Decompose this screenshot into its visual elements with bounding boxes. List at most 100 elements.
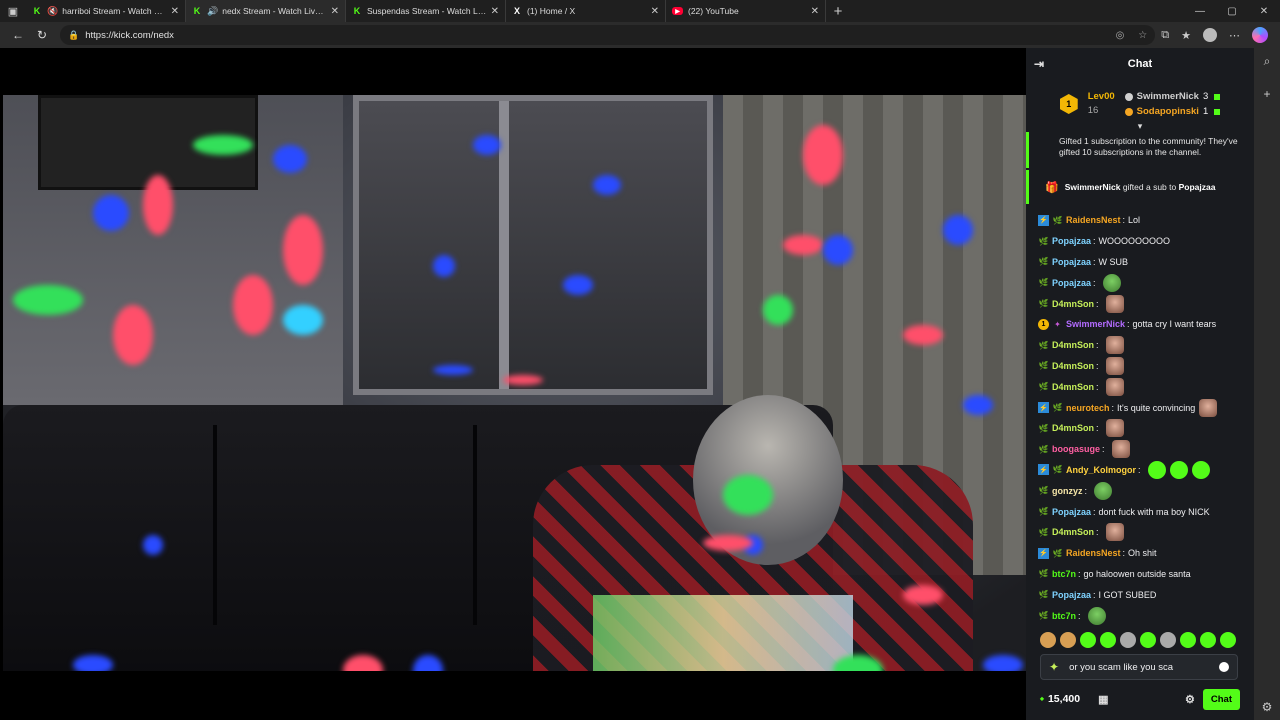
face-emote-icon[interactable]: [1105, 294, 1124, 313]
plant-badge-icon[interactable]: 🌿: [1052, 402, 1063, 413]
face-emote-icon[interactable]: [1111, 440, 1130, 459]
chat-username[interactable]: D4mnSon: [1052, 340, 1094, 350]
face-emote-icon[interactable]: [1105, 356, 1124, 375]
sub1-badge-icon[interactable]: 1: [1038, 318, 1049, 330]
favorites-icon[interactable]: ★: [1181, 29, 1191, 42]
collapse-chat-icon[interactable]: ⇥: [1034, 57, 1044, 71]
extensions-icon[interactable]: ⧉: [1161, 29, 1169, 42]
chat-username[interactable]: neurotech: [1066, 403, 1110, 413]
close-tab-icon[interactable]: ✕: [491, 6, 499, 17]
reader-mode-icon[interactable]: ◎: [1116, 30, 1125, 41]
plant-badge-icon[interactable]: 🌿: [1038, 340, 1049, 351]
plant-badge-icon[interactable]: 🌿: [1038, 277, 1049, 288]
chat-username[interactable]: btc7n: [1052, 611, 1076, 621]
vip-badge-icon[interactable]: ⚡: [1038, 547, 1049, 559]
face-emote-icon[interactable]: [1199, 398, 1218, 417]
kick-emote-icon[interactable]: [1169, 460, 1188, 479]
plant-badge-icon[interactable]: 🌿: [1038, 423, 1049, 434]
plant-badge-icon[interactable]: 🌿: [1038, 360, 1049, 371]
close-tab-icon[interactable]: ✕: [331, 6, 339, 17]
vip-badge-icon[interactable]: ⚡: [1038, 214, 1049, 226]
browser-tab[interactable]: K 🔊 nedx Stream - Watch Live on ✕: [186, 0, 346, 22]
channel-points-icon[interactable]: ⬩: [1040, 693, 1044, 706]
emote-icon[interactable]: [1160, 632, 1176, 648]
leaderboard-name[interactable]: Sodapopinski: [1137, 104, 1199, 119]
stream-frame[interactable]: ➤: [3, 95, 1026, 671]
chat-username[interactable]: D4mnSon: [1052, 527, 1094, 537]
minimize-button[interactable]: —: [1184, 6, 1216, 17]
plant-badge-icon[interactable]: 🌿: [1038, 236, 1049, 247]
chat-username[interactable]: RaidensNest: [1066, 548, 1121, 558]
new-tab-button[interactable]: +: [826, 3, 850, 20]
chat-username[interactable]: Andy_Kolmogor: [1066, 465, 1136, 475]
emote-icon[interactable]: [1220, 632, 1236, 648]
window-menu-icon[interactable]: ▣: [0, 0, 26, 22]
chat-username[interactable]: btc7n: [1052, 569, 1076, 579]
browser-tab[interactable]: ▶ (22) YouTube ✕: [666, 0, 826, 22]
pepe-emote-icon[interactable]: [1094, 481, 1113, 500]
plant-badge-icon[interactable]: 🌿: [1052, 548, 1063, 559]
emote-icon[interactable]: [1040, 632, 1056, 648]
recipient-name[interactable]: Popajzaa: [1179, 182, 1216, 192]
kick-emote-icon[interactable]: [1191, 460, 1210, 479]
plant-badge-icon[interactable]: 🌿: [1052, 464, 1063, 475]
leaderboard-name[interactable]: SwimmerNick: [1137, 89, 1199, 104]
leaderboard-row[interactable]: Sodapopinski 1: [1124, 104, 1221, 119]
plant-badge-icon[interactable]: 🌿: [1038, 381, 1049, 392]
close-tab-icon[interactable]: ✕: [811, 6, 819, 17]
refresh-button[interactable]: ↻: [30, 28, 54, 42]
vip-badge-icon[interactable]: ⚡: [1038, 464, 1049, 476]
plant-badge-icon[interactable]: 🌿: [1038, 589, 1049, 600]
plant-badge-icon[interactable]: 🌿: [1038, 444, 1049, 455]
chat-username[interactable]: D4mnSon: [1052, 423, 1094, 433]
add-icon[interactable]: +: [1263, 87, 1270, 101]
emoji-picker-icon[interactable]: [1219, 662, 1229, 672]
chat-username[interactable]: Popajzaa: [1052, 278, 1091, 288]
plant-badge-icon[interactable]: 🌿: [1038, 485, 1049, 496]
pinned-expand-icon[interactable]: ▾: [1026, 122, 1254, 131]
video-player[interactable]: ➤: [0, 48, 1026, 720]
settings-gear-icon[interactable]: ⚙: [1262, 700, 1273, 714]
chat-username[interactable]: D4mnSon: [1052, 361, 1094, 371]
leaderboard-top-name[interactable]: Lev00: [1088, 90, 1115, 104]
chat-username[interactable]: gonzyz: [1052, 486, 1083, 496]
speaker-icon[interactable]: 🔊: [207, 6, 218, 17]
plant-badge-icon[interactable]: 🌿: [1038, 506, 1049, 517]
chat-input[interactable]: ✦ or you scam like you sca: [1040, 654, 1238, 680]
browser-tab[interactable]: X (1) Home / X ✕: [506, 0, 666, 22]
face-emote-icon[interactable]: [1105, 377, 1124, 396]
emote-icon[interactable]: [1140, 632, 1156, 648]
copilot-icon[interactable]: [1252, 27, 1268, 43]
more-menu-icon[interactable]: ⋯: [1229, 29, 1240, 42]
sparkle-icon[interactable]: ✦: [1049, 660, 1059, 674]
emote-icon[interactable]: [1060, 632, 1076, 648]
face-emote-icon[interactable]: [1105, 419, 1124, 438]
plant-badge-icon[interactable]: 🌿: [1038, 568, 1049, 579]
chat-settings-icon[interactable]: ⚙: [1185, 693, 1195, 706]
close-tab-icon[interactable]: ✕: [651, 6, 659, 17]
face-emote-icon[interactable]: [1105, 523, 1124, 542]
url-field[interactable]: 🔒 https://kick.com/nedx ◎ ☆: [60, 25, 1156, 45]
chat-username[interactable]: Popajzaa: [1052, 236, 1091, 246]
plant-badge-icon[interactable]: 🌿: [1038, 527, 1049, 538]
emote-icon[interactable]: [1180, 632, 1196, 648]
chat-username[interactable]: D4mnSon: [1052, 299, 1094, 309]
close-window-button[interactable]: ✕: [1248, 6, 1280, 17]
leaderboard-row[interactable]: SwimmerNick 3: [1124, 89, 1221, 104]
gifter-name[interactable]: SwimmerNick: [1065, 182, 1121, 192]
face-emote-icon[interactable]: [1105, 336, 1124, 355]
chat-username[interactable]: RaidensNest: [1066, 215, 1121, 225]
chat-username[interactable]: D4mnSon: [1052, 382, 1094, 392]
back-button[interactable]: ←: [6, 28, 30, 42]
chat-input-text[interactable]: or you scam like you sca: [1069, 662, 1173, 673]
emote-icon[interactable]: [1120, 632, 1136, 648]
vip-badge-icon[interactable]: ⚡: [1038, 402, 1049, 414]
pepe-emote-icon[interactable]: [1087, 606, 1106, 625]
channel-points-value[interactable]: 15,400: [1048, 693, 1080, 705]
send-chat-button[interactable]: Chat: [1202, 688, 1240, 710]
store-icon[interactable]: ▦: [1098, 693, 1108, 706]
plant-badge-icon[interactable]: 🌿: [1038, 298, 1049, 309]
search-icon[interactable]: ⌕: [1264, 54, 1271, 69]
chat-username[interactable]: SwimmerNick: [1066, 319, 1125, 329]
maximize-button[interactable]: ▢: [1216, 6, 1248, 17]
